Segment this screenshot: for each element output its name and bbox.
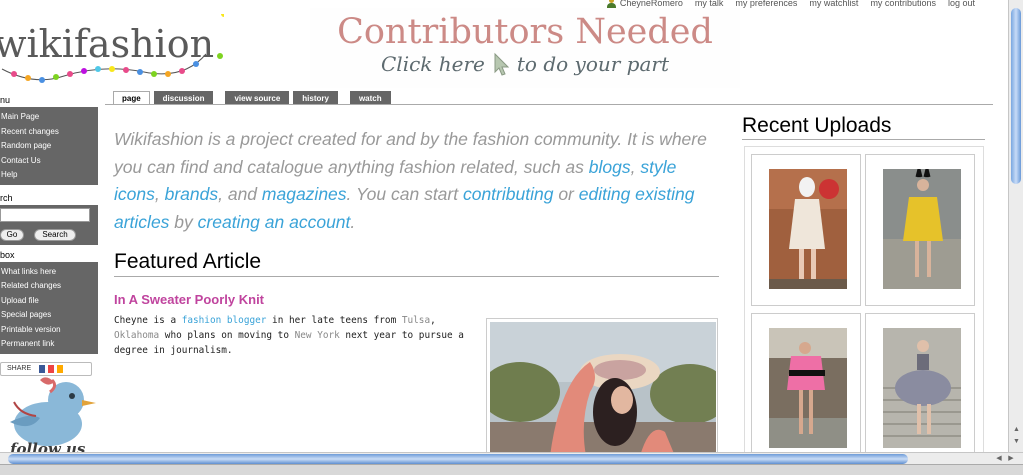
contributing-link[interactable]: contributing	[463, 184, 553, 204]
gallery-photo-icon	[883, 328, 961, 448]
creating-account-link[interactable]: creating an account	[198, 212, 351, 232]
my-contributions-link[interactable]: my contributions	[870, 0, 936, 8]
intro-text: , and	[218, 184, 262, 204]
banner-subtitle: Click here to do your part	[310, 52, 740, 76]
site-logo[interactable]: wikifashion	[0, 14, 224, 94]
recent-uploads-heading: Recent Uploads	[742, 114, 985, 140]
intro-text: . You can start	[346, 184, 463, 204]
user-icon	[606, 0, 616, 8]
sidebar-item-random-page[interactable]: Random page	[1, 139, 98, 154]
tab-divider	[105, 104, 993, 105]
featured-article-heading: Featured Article	[114, 250, 719, 277]
sidebar-item-contact-us[interactable]: Contact Us	[1, 154, 98, 169]
page-tabs: page discussion view source history watc…	[113, 91, 395, 105]
cursor-arrow-icon	[494, 52, 510, 76]
gallery-item[interactable]	[751, 313, 861, 465]
search-input[interactable]	[0, 207, 90, 222]
intro-text: or	[553, 184, 579, 204]
tab-view-source[interactable]: view source	[225, 91, 290, 105]
gallery-photo-icon	[769, 169, 847, 289]
article-text: in her late teens from	[266, 315, 402, 326]
gallery-item[interactable]	[865, 154, 975, 306]
featured-article-photo[interactable]	[486, 318, 718, 458]
share-label: SHARE	[7, 365, 32, 372]
vertical-scroll-thumb[interactable]	[1011, 8, 1021, 184]
woman-in-hat-photo-icon	[487, 322, 717, 456]
search-title: rch	[0, 192, 13, 203]
tab-history[interactable]: history	[293, 91, 338, 105]
nav-title: nu	[0, 95, 11, 105]
sidebar-item-permanent-link[interactable]: Permanent link	[1, 337, 98, 352]
sidebar-item-what-links-here[interactable]: What links here	[1, 265, 98, 280]
logo-text: wikifashion	[0, 22, 215, 66]
search-portlet: Go Search	[0, 204, 98, 245]
nav-portlet: Main Page Recent changes Random page Con…	[0, 107, 98, 185]
banner-sub-before: Click here	[381, 52, 485, 76]
intro-text: ,	[154, 184, 165, 204]
intro-text: by	[169, 211, 198, 232]
user-link[interactable]: CheyneRomero	[606, 0, 683, 8]
sidebar-item-printable-version[interactable]: Printable version	[1, 323, 98, 338]
gallery-item[interactable]	[865, 313, 975, 465]
horizontal-scroll-thumb[interactable]	[8, 454, 908, 464]
my-preferences-link[interactable]: my preferences	[735, 0, 797, 8]
gallery-photo-icon	[769, 328, 847, 448]
sidebar-item-upload-file[interactable]: Upload file	[1, 294, 98, 309]
vertical-scrollbar[interactable]: ▲ ▼	[1008, 0, 1023, 452]
tab-watch[interactable]: watch	[349, 91, 391, 105]
toolbox-portlet: What links here Related changes Upload f…	[0, 261, 98, 354]
sidebar: nu Main Page Recent changes Random page …	[0, 94, 98, 376]
gallery-photo-icon	[883, 169, 961, 289]
magazines-link[interactable]: magazines	[262, 184, 347, 204]
intro-paragraph: Wikifashion is a project created for and…	[114, 126, 714, 236]
gallery-item[interactable]	[751, 154, 861, 306]
brands-link[interactable]: brands	[165, 184, 219, 204]
log-out-link[interactable]: log out	[948, 0, 975, 8]
article-text: Cheyne is a	[114, 315, 182, 326]
username-label: CheyneRomero	[619, 0, 683, 8]
sidebar-item-main-page[interactable]: Main Page	[1, 110, 98, 125]
tab-page[interactable]: page	[113, 91, 150, 105]
status-bar	[0, 464, 1023, 475]
sidebar-item-recent-changes[interactable]: Recent changes	[1, 125, 98, 140]
fashion-blogger-link[interactable]: fashion blogger	[182, 315, 267, 326]
user-links: CheyneRomero my talk my preferences my w…	[606, 0, 975, 8]
article-text: ,	[430, 315, 436, 326]
tab-discussion[interactable]: discussion	[153, 91, 214, 105]
go-button[interactable]: Go	[0, 228, 24, 241]
tulsa-link[interactable]: Tulsa	[402, 315, 430, 326]
new-york-link[interactable]: New York	[295, 330, 340, 341]
blogs-link[interactable]: blogs	[589, 157, 631, 177]
oklahoma-link[interactable]: Oklahoma	[114, 330, 159, 341]
my-watchlist-link[interactable]: my watchlist	[809, 0, 858, 8]
banner-title: Contributors Needed	[337, 12, 713, 52]
article-text: who plans on moving to	[159, 330, 295, 341]
horizontal-scrollbar[interactable]: ◀ ▶	[0, 452, 1023, 464]
sidebar-item-help[interactable]: Help	[1, 168, 98, 183]
recent-uploads-gallery	[744, 146, 984, 465]
featured-article-title[interactable]: In A Sweater Poorly Knit	[114, 292, 264, 307]
search-button[interactable]: Search	[34, 228, 76, 241]
featured-article-body: Cheyne is a fashion blogger in her late …	[114, 313, 474, 358]
scroll-down-arrow-icon[interactable]: ▼	[1011, 438, 1022, 448]
toolbox-title: box	[0, 249, 15, 260]
sidebar-item-special-pages[interactable]: Special pages	[1, 308, 98, 323]
my-talk-link[interactable]: my talk	[695, 0, 724, 8]
contributors-banner[interactable]: Contributors Needed Click here to do you…	[310, 8, 740, 88]
intro-text: ,	[630, 156, 641, 177]
banner-sub-after: to do your part	[516, 52, 669, 76]
sidebar-item-related-changes[interactable]: Related changes	[1, 279, 98, 294]
scroll-up-arrow-icon[interactable]: ▲	[1011, 426, 1022, 436]
intro-text: .	[350, 211, 356, 232]
